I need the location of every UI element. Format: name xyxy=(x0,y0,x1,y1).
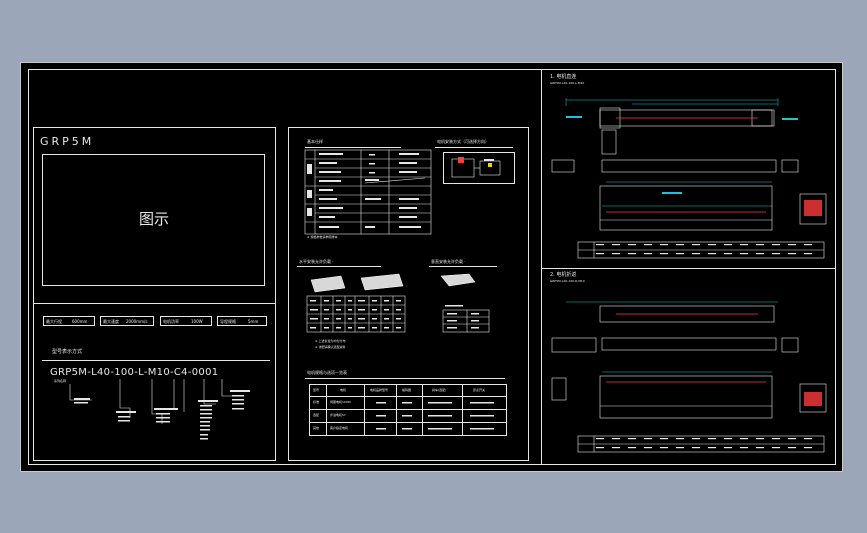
horizontal-load-title: 水平安装允许负载 · xyxy=(299,259,334,264)
section-1-drawings xyxy=(551,98,827,259)
basic-specs-note: ※ 规格参数请参照样本 xyxy=(307,235,338,239)
model-code-leaders xyxy=(69,379,250,440)
basic-specs-table xyxy=(304,149,432,235)
right-panel: 1. 电机直连 GRP5M-L40-100-L-M10 2. 电机折返 GRP5… xyxy=(541,69,836,465)
options-cell-marks xyxy=(376,402,494,430)
load-note-1: ※ 上述负载为均匀分布 xyxy=(315,339,346,343)
options-table-title: 电机规格与选项一览表 xyxy=(307,370,347,375)
divider xyxy=(435,147,513,148)
section-2-drawings xyxy=(551,301,827,453)
left-panel: GRP5M 图示 最大行程 600mm 最大速度 2000mm/s 电机功率 1… xyxy=(33,127,276,461)
middle-panel: 基本仕样 ※ 规格参数请参照样本 电机安装方式（可选择方向） 水平安装允许负载 … xyxy=(288,127,529,461)
motor-wiring-title: 电机安装方式（可选择方向） xyxy=(437,139,489,144)
load-note-2: ※ 详细请确认选型资料 xyxy=(315,345,346,349)
basic-specs-title: 基本仕样 xyxy=(307,139,323,144)
divider xyxy=(305,147,401,148)
divider xyxy=(429,266,497,267)
options-table: 型号 电机 电机品牌型号 编码器 刹车(选配) 原点开关 标准 伺服电机100W… xyxy=(309,384,507,436)
divider xyxy=(305,378,505,379)
divider xyxy=(297,266,381,267)
vertical-load-title: 垂直安装允许负载 · xyxy=(431,259,466,264)
horizontal-load-sketches xyxy=(306,273,490,333)
motor-wiring-diagram xyxy=(443,152,515,184)
motor-wiring-sketch xyxy=(451,157,501,178)
